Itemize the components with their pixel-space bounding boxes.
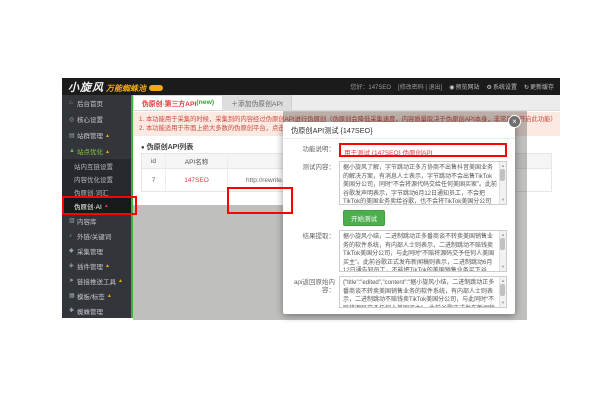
- result-textarea[interactable]: 据小旋风小结，二进制跳动正多番商谈不转卖美国销售业务的软件系统，有内部人士则表示…: [339, 230, 507, 272]
- test-content-label: 测试内容：: [302, 164, 336, 171]
- column-header-id: id: [142, 154, 166, 169]
- description-label: 功能说明：: [302, 146, 336, 153]
- sidebar-item-site-optimize[interactable]: ▲ 站点优化: [62, 143, 131, 159]
- logo-text-main: 小旋风: [68, 81, 104, 94]
- api-test-modal: × 伪原创API测试 {147SEO} 功能说明： 用于测试 {147SEO} …: [283, 115, 521, 314]
- sites-icon: ▤: [69, 132, 75, 139]
- sidebar-item-dashboard[interactable]: ⌂ 后台首页: [62, 95, 131, 111]
- sidebar-item-links-keywords[interactable]: ♪ 外链/关键词: [62, 228, 131, 243]
- sidebar-item-content-library[interactable]: ▥ 内容库: [62, 213, 131, 228]
- modal-row-result: 结果提取： 据小旋风小结，二进制跳动正多番商谈不转卖美国销售业务的软件系统，有内…: [283, 230, 515, 272]
- template-icon: ▦: [69, 293, 75, 299]
- description-value: 用于测试 {147SEO} 伪原创API: [339, 143, 507, 157]
- account-links[interactable]: [修改密码 | 退出]: [398, 82, 442, 91]
- sidebar-item-spider-manage[interactable]: ✱ 蜘蛛管理: [62, 303, 131, 318]
- refresh-icon: ↻: [523, 85, 529, 91]
- top-header: 小旋风 万能蜘蛛池 您好：147SEO [修改密码 | 退出] ◉预览网站 ⚙系…: [62, 78, 560, 95]
- tab-bar: 伪原创·第三方API (new) ＋添加伪原创API: [133, 95, 560, 111]
- header-user-bar: 您好：147SEO [修改密码 | 退出] ◉预览网站 ⚙系统设置 ↻更新缓存: [350, 82, 554, 91]
- greeting-text: 您好：147SEO: [350, 85, 392, 91]
- raw-content-label: api返回原始内容：: [293, 279, 335, 294]
- column-header-api-name: API名称: [166, 154, 228, 169]
- modal-row-raw: api返回原始内容： {"title":"edited","content":"…: [283, 276, 515, 308]
- flame-icon: [118, 277, 123, 284]
- preview-site-link[interactable]: ◉预览网站: [449, 82, 479, 91]
- tab-pseudo-original-api[interactable]: 伪原创·第三方API (new): [133, 95, 224, 110]
- logo-badge: [149, 84, 163, 91]
- close-icon[interactable]: ×: [508, 115, 521, 128]
- plugin-icon: ◈: [69, 263, 74, 269]
- sidebar-subitem-interlink-settings[interactable]: 站内互链设置: [62, 159, 131, 172]
- gear-icon: ◎: [69, 116, 75, 123]
- home-icon: ⌂: [69, 100, 73, 106]
- optimize-icon: ▲: [69, 148, 75, 154]
- start-test-button[interactable]: 开始测试: [343, 210, 385, 226]
- result-text: 据小旋风小结，二进制跳动正多番商谈不转卖美国销售业务的软件系统，有内部人士则表示…: [343, 234, 495, 272]
- settings-icon: ⚙: [486, 85, 492, 91]
- app-logo: 小旋风 万能蜘蛛池: [68, 79, 163, 95]
- scrollbar[interactable]: [499, 231, 506, 271]
- system-settings-link[interactable]: ⚙系统设置: [487, 82, 517, 91]
- flame-icon: [107, 292, 112, 299]
- link-icon: ♪: [69, 232, 72, 239]
- modal-row-test-content: 测试内容： 据小旋风了解，字节跳动正多方协商不出售抖音美国业务的解决方案，有消息…: [283, 161, 515, 205]
- sidebar: ⌂后台首页 ◎核心设置 ▤站群管理 ▲站点优化 站内互链设置 内容优化设置 伪原…: [62, 95, 133, 318]
- raw-content-text: {"title":"edited","content":"据小旋风小结，二进制跳…: [343, 280, 495, 307]
- sidebar-item-collection[interactable]: ◆ 采集管理: [62, 243, 131, 258]
- list-title: ● 伪原创API列表: [141, 144, 194, 151]
- sidebar-item-plugins[interactable]: ◈ 插件管理: [62, 258, 131, 273]
- flame-icon: [104, 202, 109, 209]
- sidebar-item-site-group[interactable]: ▤ 站群管理: [62, 127, 131, 143]
- sidebar-item-link-push-tool[interactable]: ➤ 链接推送工具: [62, 273, 131, 288]
- sidebar-item-core-settings[interactable]: ◎ 核心设置: [62, 111, 131, 127]
- preview-icon: ◉: [449, 85, 455, 91]
- flame-icon: [105, 262, 110, 269]
- test-content-textarea[interactable]: 据小旋风了解，字节跳动正多方协商不出售抖音美国业务的解决方案，有消息人士表示，字…: [339, 161, 507, 205]
- spider-icon: ✱: [69, 308, 75, 314]
- sidebar-subitem-pseudo-original-words[interactable]: 伪原创·词汇: [62, 185, 131, 198]
- scrollbar-thumb[interactable]: [500, 284, 505, 296]
- sidebar-subitem-pseudo-original-ai[interactable]: 伪原创·AI: [62, 198, 131, 213]
- flame-icon: [105, 132, 110, 139]
- cell-api-name: 147SEO: [166, 169, 228, 192]
- sidebar-item-templates-tags[interactable]: ▦ 模板/标签: [62, 288, 131, 303]
- test-content-text: 据小旋风了解，字节跳动正多方协商不出售抖音美国业务的解决方案，有消息人士表示，字…: [343, 165, 497, 205]
- refresh-cache-link[interactable]: ↻更新缓存: [524, 82, 554, 91]
- page: 小旋风 万能蜘蛛池 您好：147SEO [修改密码 | 退出] ◉预览网站 ⚙系…: [0, 0, 600, 400]
- cell-id: 7: [142, 169, 166, 192]
- library-icon: ▥: [69, 218, 75, 224]
- scrollbar[interactable]: [499, 277, 506, 307]
- push-icon: ➤: [69, 278, 75, 284]
- scrollbar-thumb[interactable]: [500, 169, 505, 181]
- result-label: 结果提取：: [302, 233, 336, 240]
- flame-icon: [105, 148, 110, 155]
- admin-app-window: 小旋风 万能蜘蛛池 您好：147SEO [修改密码 | 退出] ◉预览网站 ⚙系…: [62, 78, 560, 320]
- collect-icon: ◆: [69, 248, 74, 254]
- raw-content-textarea[interactable]: {"title":"edited","content":"据小旋风小结，二进制跳…: [339, 276, 507, 308]
- modal-row-description: 功能说明： 用于测试 {147SEO} 伪原创API: [283, 143, 515, 157]
- scrollbar-thumb[interactable]: [500, 238, 505, 250]
- bullet-icon: ●: [141, 145, 145, 151]
- modal-title: 伪原创API测试 {147SEO}: [283, 122, 515, 139]
- modal-button-row: 开始测试: [343, 210, 515, 226]
- logo-text-sub: 万能蜘蛛池: [106, 83, 146, 93]
- scrollbar[interactable]: [499, 162, 506, 204]
- sidebar-subitem-content-optimize[interactable]: 内容优化设置: [62, 172, 131, 185]
- tab-add-pseudo-original-api[interactable]: ＋添加伪原创API: [223, 95, 292, 110]
